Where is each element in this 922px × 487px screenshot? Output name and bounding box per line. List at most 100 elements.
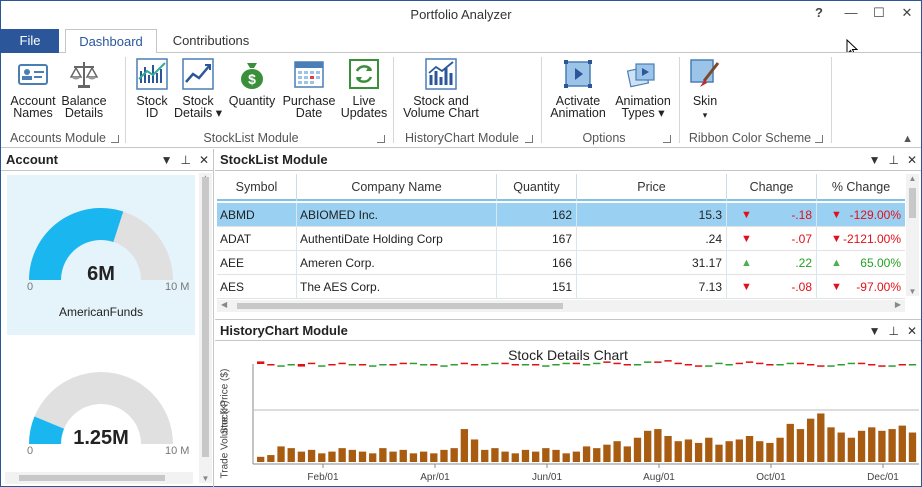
column-header-price[interactable]: Price bbox=[577, 174, 727, 201]
arrow-up-icon: ▲ bbox=[741, 257, 752, 269]
purchase-date-button[interactable]: Purchase Date bbox=[281, 57, 337, 119]
volume-bar bbox=[898, 425, 906, 462]
price-candle bbox=[908, 364, 917, 366]
tab-dashboard[interactable]: Dashboard bbox=[65, 29, 157, 54]
volume-bar bbox=[318, 453, 326, 462]
animation-types-button[interactable]: Animation Types ▾ bbox=[611, 57, 675, 119]
column-header-change[interactable]: Change bbox=[727, 174, 817, 201]
volume-bar bbox=[766, 442, 774, 462]
stock-details-button[interactable]: Stock Details ▾ bbox=[173, 57, 223, 119]
account-vertical-scrollbar[interactable]: ▲ ▼ bbox=[199, 173, 212, 483]
gauge-card-americanfunds[interactable]: 6M 0 10 M AmericanFunds bbox=[7, 175, 195, 335]
table-row[interactable]: AEE Ameren Corp. 166 31.17 ▲ .22 ▲ 65.00% bbox=[217, 251, 905, 275]
close-button[interactable]: ✕ bbox=[897, 5, 917, 23]
live-updates-button[interactable]: Live Updates bbox=[337, 57, 391, 119]
stocklist-panel-title: StockList Module bbox=[220, 152, 328, 167]
pin-icon[interactable]: ⊥ bbox=[180, 153, 190, 167]
price-candle bbox=[786, 362, 794, 365]
cell-company: The AES Corp. bbox=[297, 275, 497, 299]
close-icon[interactable]: ✕ bbox=[199, 153, 209, 167]
quantity-button[interactable]: $ Quantity bbox=[225, 57, 279, 107]
volume-bar bbox=[379, 448, 387, 462]
price-candle bbox=[593, 362, 601, 365]
volume-bar bbox=[409, 453, 418, 462]
dropdown-icon[interactable]: ▼ bbox=[869, 324, 881, 338]
accounts-launcher-icon[interactable] bbox=[111, 135, 119, 143]
account-panel-header: Account ▼ ⊥ ✕ bbox=[1, 149, 213, 171]
group-label-options: Options bbox=[582, 131, 626, 145]
volume-bar bbox=[776, 437, 784, 462]
cell-quantity: 151 bbox=[497, 275, 577, 299]
column-header-pct-change[interactable]: % Change bbox=[817, 174, 905, 201]
stock-chart-icon bbox=[136, 58, 168, 90]
price-candle bbox=[552, 364, 560, 366]
stock-id-button[interactable]: Stock ID bbox=[133, 57, 171, 119]
account-names-button[interactable]: Account Names bbox=[7, 57, 59, 119]
activate-animation-button[interactable]: Activate Animation bbox=[549, 57, 607, 119]
column-header-company[interactable]: Company Name bbox=[297, 174, 497, 201]
table-row[interactable]: ADAT AuthentiDate Holding Corp 167.24 ▼ -.07… bbox=[217, 227, 905, 251]
volume-bar bbox=[593, 448, 601, 462]
volume-bar bbox=[603, 444, 611, 462]
skin-button[interactable]: Skin ▾ bbox=[685, 57, 725, 121]
volume-bar bbox=[430, 453, 438, 462]
balance-details-button[interactable]: Balance Details bbox=[59, 57, 109, 119]
minimize-button[interactable]: — bbox=[841, 5, 861, 23]
volume-bar bbox=[847, 437, 856, 462]
dropdown-icon[interactable]: ▼ bbox=[869, 153, 881, 167]
price-candle bbox=[419, 364, 428, 366]
group-label-historychart: HistoryChart Module bbox=[405, 131, 519, 145]
calendar-icon bbox=[294, 61, 324, 88]
volume-bar bbox=[389, 451, 397, 462]
color-scheme-launcher-icon[interactable] bbox=[815, 135, 823, 143]
close-icon[interactable]: ✕ bbox=[907, 324, 917, 338]
volume-bar bbox=[868, 427, 876, 462]
arrow-down-icon: ▼ bbox=[831, 281, 842, 293]
tab-contributions[interactable]: Contributions bbox=[163, 29, 259, 54]
maximize-button[interactable]: ☐ bbox=[869, 5, 889, 23]
price-candle bbox=[684, 364, 693, 366]
collapse-ribbon-icon[interactable]: ▲ bbox=[902, 133, 913, 145]
help-button[interactable]: ? bbox=[809, 5, 829, 23]
volume-bar bbox=[888, 429, 896, 462]
historychart-launcher-icon[interactable] bbox=[525, 135, 533, 143]
stock-volume-chart-button[interactable]: Stock and Volume Chart bbox=[399, 57, 483, 119]
stocklist-vertical-scrollbar[interactable]: ▲ ▼ bbox=[906, 174, 919, 296]
close-icon[interactable]: ✕ bbox=[907, 153, 917, 167]
gauge-max-label: 10 M bbox=[165, 281, 190, 293]
column-header-symbol[interactable]: Symbol bbox=[217, 174, 297, 201]
price-candle bbox=[399, 362, 407, 365]
account-horizontal-scrollbar[interactable] bbox=[5, 472, 193, 484]
price-candle bbox=[776, 364, 784, 366]
tab-file[interactable]: File bbox=[1, 29, 59, 54]
options-launcher-icon[interactable] bbox=[663, 135, 671, 143]
column-header-quantity[interactable]: Quantity bbox=[497, 174, 577, 201]
volume-bar bbox=[572, 451, 581, 462]
cell-symbol: ADAT bbox=[217, 227, 297, 251]
volume-bar bbox=[664, 436, 672, 462]
volume-bar bbox=[369, 453, 377, 462]
stocklist-launcher-icon[interactable] bbox=[377, 135, 385, 143]
pin-icon[interactable]: ⊥ bbox=[888, 324, 898, 338]
group-separator bbox=[831, 57, 832, 143]
volume-bar bbox=[674, 441, 682, 462]
price-candle bbox=[745, 361, 754, 363]
arrow-down-icon: ▼ bbox=[741, 281, 752, 293]
price-candle bbox=[837, 364, 845, 366]
dropdown-icon[interactable]: ▼ bbox=[161, 153, 173, 167]
chart-canvas[interactable]: Feb/01 Apr/01 Jun/01 Aug/01 Oct/01 Dec/01 bbox=[215, 342, 921, 487]
price-candle bbox=[562, 362, 570, 365]
price-candle bbox=[511, 364, 519, 366]
table-row[interactable]: ABMD ABIOMED Inc. 162 15.3 ▼ -.18 ▼ -129.00% bbox=[217, 203, 905, 227]
volume-bar bbox=[358, 451, 367, 462]
cell-pct-change: ▼ -129.00% bbox=[817, 203, 905, 227]
gauge-card-second[interactable]: 1.25M 0 10 M bbox=[7, 349, 195, 469]
group-label-color-scheme: Ribbon Color Scheme bbox=[688, 131, 812, 145]
cell-change: ▼ -.07 bbox=[727, 227, 817, 251]
stocklist-horizontal-scrollbar[interactable]: ◀ ▶ bbox=[217, 300, 905, 312]
pin-icon[interactable]: ⊥ bbox=[888, 153, 898, 167]
volume-bar bbox=[857, 430, 866, 462]
price-candle bbox=[766, 364, 774, 366]
table-row[interactable]: AES The AES Corp. 151 7.13 ▼ -.08 ▼ -97.00% bbox=[217, 275, 905, 299]
cell-pct-change: ▼ -2121.00% bbox=[817, 227, 905, 251]
